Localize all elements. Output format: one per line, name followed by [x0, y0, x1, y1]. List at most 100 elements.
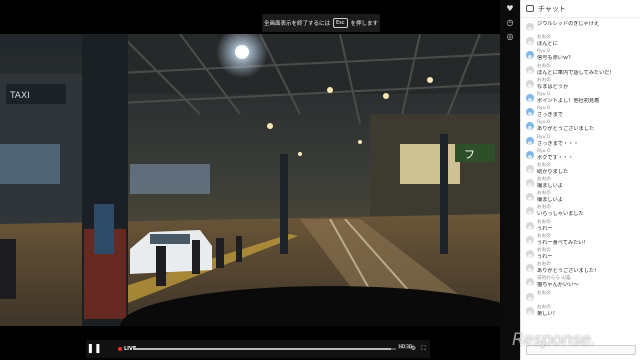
shop-sign: フ: [464, 148, 475, 161]
chat-message-list[interactable]: ジウルレッドのきじゃけえ おおの ほんとに Ryu 0 信号も赤いｗ？ おおの ほんとに車内…: [521, 20, 640, 342]
chat-message: おおの ほんとに車内で話してみたいだ！: [521, 63, 640, 77]
chat-message-author: おおの: [537, 262, 551, 268]
fullscreen-notice-prefix: 全画面表示を終了するには: [263, 21, 330, 27]
avatar[interactable]: [526, 250, 534, 258]
chat-message: おおの いらっしゃいました: [521, 204, 640, 218]
chat-message-text: 助かりました: [537, 168, 569, 175]
chat-message-author: おおの: [537, 205, 551, 211]
chat-message-text: ほんとに: [537, 41, 558, 48]
avatar[interactable]: [526, 122, 534, 131]
avatar[interactable]: [526, 136, 534, 145]
chat-message-author: おおの: [537, 248, 551, 253]
chat-message-author: Ryu 0: [537, 134, 550, 140]
chat-message: おおの ありがとうございました！: [521, 261, 640, 275]
chat-message: おおの 楽しい！: [521, 304, 640, 318]
avatar[interactable]: [526, 278, 534, 287]
avatar[interactable]: [526, 179, 534, 188]
chat-header: チャット: [521, 0, 640, 18]
avatar[interactable]: [526, 235, 534, 244]
side-icon-strip: ♥ ◷ ◎: [500, 0, 520, 360]
chat-message: おおの 助かりました: [521, 162, 640, 176]
avatar[interactable]: [526, 164, 534, 173]
chat-message-author: おおの: [537, 77, 551, 83]
chat-message-author: おおの: [537, 191, 551, 197]
chat-message-author: Ryu 0: [537, 148, 550, 154]
chat-message-text: うれー食べてみたい！: [537, 239, 589, 246]
avatar[interactable]: [526, 93, 534, 102]
chat-bubble-icon: [526, 5, 534, 12]
chat-message-author: おおの: [537, 35, 551, 41]
chat-message: おおの うれー食べてみたい！: [521, 233, 640, 247]
progress-fill: [134, 348, 391, 350]
chat-message-text: ありがとうございました！: [537, 268, 600, 275]
pause-icon[interactable]: ❚❚: [86, 340, 102, 358]
chat-message-author: Ryu 0: [537, 120, 550, 126]
chat-message-text: さっきまで・・・: [537, 140, 579, 147]
chat-message-text: ありがとうございました: [537, 126, 595, 133]
player-controls: ❚❚ LIVE HD 3D ⚙ ⛶: [86, 340, 430, 358]
chat-message-text: 信号も赤いｗ？: [537, 55, 574, 62]
gear-icon[interactable]: ⚙: [410, 345, 417, 352]
chat-message: おおの なまはどうか: [521, 77, 640, 91]
chat-message-author: おおの: [537, 177, 551, 183]
avatar[interactable]: [526, 221, 534, 230]
chat-message: Ryu 0 ありがとうございました: [521, 119, 640, 133]
chat-message: Ryu 0 ポイントよし！他社初見着: [521, 91, 640, 105]
watermark-logo: Response.: [512, 330, 596, 350]
progress-bar[interactable]: [134, 348, 396, 350]
avatar[interactable]: [526, 264, 534, 273]
chat-message-text: うれー: [537, 225, 553, 232]
avatar[interactable]: [526, 51, 534, 60]
chat-message-author: おおの: [537, 162, 551, 168]
chat-message-author: おおの: [537, 290, 551, 296]
chat-message: おおの 撮ましいよ: [521, 190, 640, 204]
chat-message-text: ジウルレッドのきじゃけえ: [537, 21, 600, 27]
fullscreen-exit-notice: 全画面表示を終了するには Esc を押します: [262, 14, 380, 32]
chat-message: おおの ほんとに: [521, 34, 640, 48]
avatar[interactable]: [526, 79, 534, 88]
avatar[interactable]: [526, 37, 534, 46]
chat-message-text: さっきまで: [537, 112, 563, 119]
chat-message-text: 撮ましいよ: [537, 183, 563, 190]
chat-message-author: Ryu 0: [537, 91, 550, 97]
heart-icon[interactable]: ♥: [505, 4, 515, 14]
chat-message-author: 日刊わらら 山猫: [537, 276, 571, 282]
chat-message-text: なまはどうか: [537, 83, 569, 90]
chat-message: ジウルレッドのきじゃけえ: [521, 20, 640, 34]
chat-message-author: Ryu 0: [537, 49, 550, 55]
chat-message: Ryu 0 さっきまで・・・: [521, 134, 640, 148]
chat-message-text: ポイントよし！他社初見着: [537, 97, 600, 104]
avatar[interactable]: [526, 108, 534, 117]
share-icon[interactable]: ◎: [505, 32, 515, 42]
taxi-sign: TAXI: [9, 91, 30, 101]
avatar[interactable]: [526, 306, 534, 315]
chat-message-text: ほんとに車内で話してみたいだ！: [537, 69, 615, 76]
chat-message: Ryu 0 ボクです・・・: [521, 148, 640, 162]
fullscreen-icon[interactable]: ⛶: [420, 345, 427, 352]
chat-message: おおの: [521, 290, 640, 304]
chat-message-author: おおの: [537, 304, 551, 310]
video-frame[interactable]: TAXI フ: [0, 34, 500, 326]
avatar[interactable]: [526, 193, 534, 202]
esc-key-hint: Esc: [332, 18, 348, 28]
avatar[interactable]: [526, 23, 534, 31]
chat-title: チャット: [538, 4, 566, 13]
clock-icon[interactable]: ◷: [505, 18, 515, 28]
chat-message-author: Ryu 0: [537, 106, 550, 112]
live-dot-icon: [118, 347, 122, 351]
chat-message-author: おおの: [537, 219, 551, 225]
avatar[interactable]: [526, 150, 534, 159]
chat-message: おおの 撮ましいよ: [521, 176, 640, 190]
avatar[interactable]: [526, 207, 534, 216]
fullscreen-notice-suffix: を押します: [350, 21, 379, 27]
chat-message: おおの うれー: [521, 247, 640, 261]
chat-message-text: うれー: [537, 254, 553, 260]
avatar[interactable]: [526, 65, 534, 74]
video-player[interactable]: TAXI フ 全画面表示を終了するには Esc を押します ❚❚ LIVE HD…: [0, 0, 500, 360]
chat-message-text: 撮ましいよ: [537, 197, 563, 204]
chat-message-text: 楽しい！: [537, 310, 558, 317]
chat-message-text: ボクです・・・: [537, 154, 574, 161]
tram-station-scene: TAXI フ: [0, 34, 500, 326]
app-window: TAXI フ 全画面表示を終了するには Esc を押します ❚❚ LIVE HD…: [0, 0, 640, 360]
avatar[interactable]: [526, 292, 534, 301]
